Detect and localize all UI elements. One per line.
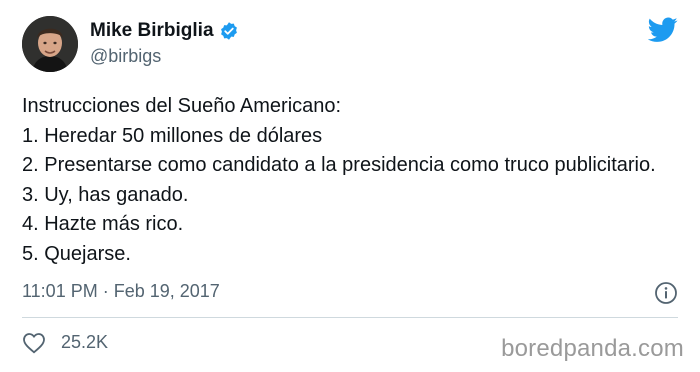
display-name[interactable]: Mike Birbiglia <box>90 20 214 42</box>
twitter-bird-icon[interactable] <box>647 17 678 43</box>
verified-badge-icon <box>219 21 239 41</box>
tweet-line: Instrucciones del Sueño Americano: <box>22 95 342 117</box>
info-icon[interactable] <box>654 281 678 305</box>
tweet-line: 5. Quejarse. <box>22 242 131 265</box>
tweet-card: Mike Birbiglia @birbigs Instrucciones de… <box>0 0 700 372</box>
avatar[interactable] <box>22 16 78 72</box>
tweet-timestamp[interactable]: 11:01 PM · Feb 19, 2017 <box>22 281 220 302</box>
tweet-text: Instrucciones del Sueño Americano: 1. He… <box>22 92 656 270</box>
heart-icon[interactable] <box>22 332 46 354</box>
tweet-line: 2. Presentarse como candidato a la presi… <box>22 154 656 177</box>
divider <box>22 317 678 318</box>
tweet-line: 4. Hazte más rico. <box>22 213 184 236</box>
user-handle[interactable]: @birbigs <box>90 46 161 67</box>
boredpanda-watermark: boredpanda.com <box>501 335 684 362</box>
tweet-line: 1. Heredar 50 millones de dólares <box>22 124 323 147</box>
name-row: Mike Birbiglia <box>90 20 239 42</box>
tweet-line: 3. Uy, has ganado. <box>22 183 189 206</box>
like-count: 25.2K <box>61 332 109 352</box>
